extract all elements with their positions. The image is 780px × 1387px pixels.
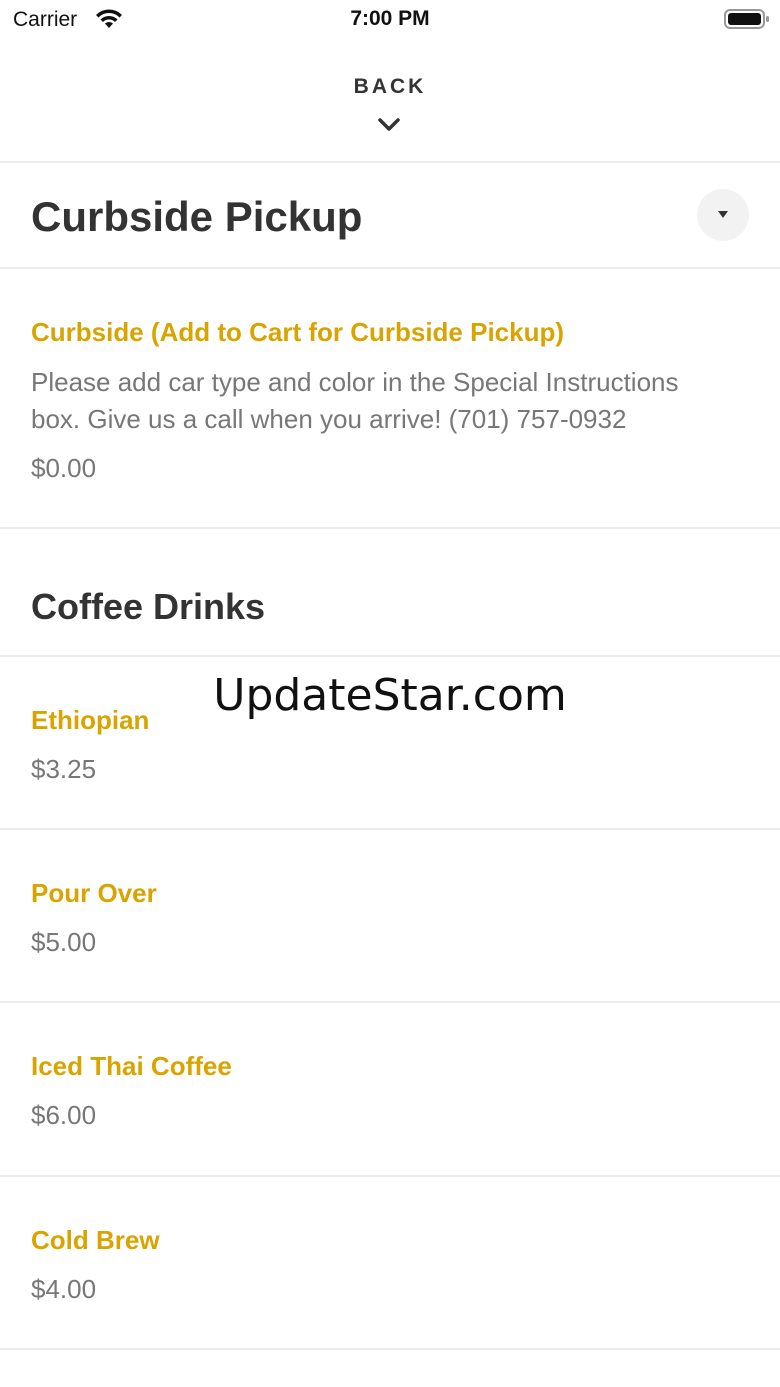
item-price: $5.00 — [31, 927, 97, 957]
menu-item-curbside[interactable]: Curbside (Add to Cart for Curbside Picku… — [0, 269, 780, 529]
item-price: $6.00 — [31, 1100, 97, 1130]
item-price: $4.00 — [31, 1274, 97, 1304]
item-name: Iced Thai Coffee — [31, 1051, 232, 1081]
section-header-curbside: Curbside Pickup — [0, 163, 780, 269]
collapse-button[interactable] — [697, 189, 749, 241]
battery-icon — [724, 9, 769, 29]
item-name: Ethiopian — [31, 705, 150, 735]
item-name: Cold Brew — [31, 1225, 160, 1255]
item-name: Curbside (Add to Cart for Curbside Picku… — [31, 317, 565, 347]
back-button[interactable]: BACK — [0, 75, 780, 99]
clock: 7:00 PM — [350, 7, 430, 30]
caret-down-icon — [718, 211, 728, 218]
chevron-down-icon[interactable] — [377, 117, 401, 133]
menu-item-cold-brew[interactable]: Cold Brew $4.00 — [0, 1177, 780, 1350]
section-header-coffee-drinks: Coffee Drinks — [0, 529, 780, 657]
menu-item-ethiopian[interactable]: Ethiopian $3.25 — [0, 657, 780, 830]
item-price: $3.25 — [31, 754, 97, 784]
item-name: Pour Over — [31, 878, 157, 908]
section-title: Curbside Pickup — [31, 193, 363, 240]
item-price: $0.00 — [31, 453, 97, 483]
menu-item-iced-thai-coffee[interactable]: Iced Thai Coffee $6.00 — [0, 1003, 780, 1177]
item-description: Please add car type and color in the Spe… — [31, 367, 679, 434]
status-bar: Carrier 7:00 PM — [0, 0, 780, 40]
back-bar: BACK — [0, 40, 780, 163]
menu-item-pour-over[interactable]: Pour Over $5.00 — [0, 830, 780, 1003]
section-title: Coffee Drinks — [31, 586, 266, 627]
